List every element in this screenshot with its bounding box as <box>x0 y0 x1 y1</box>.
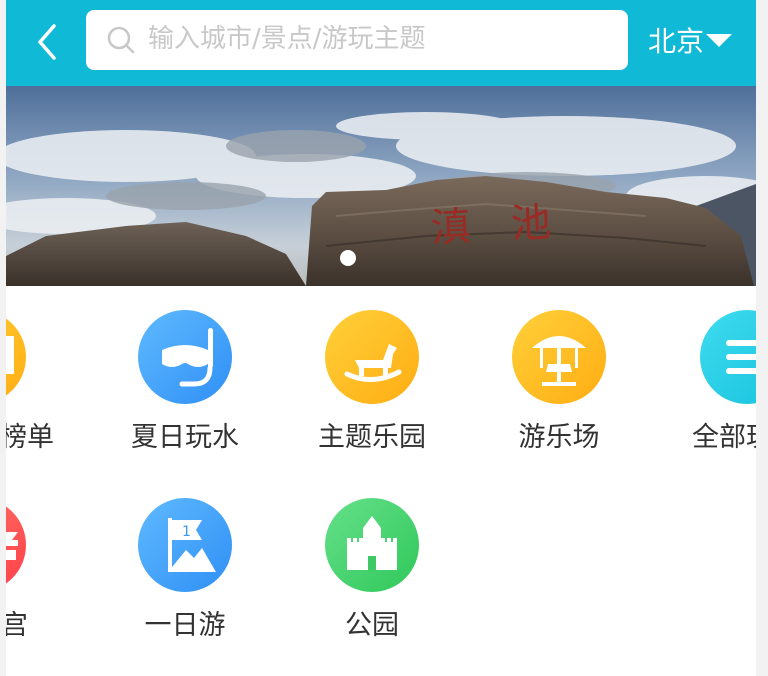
back-arrow-icon <box>38 24 56 60</box>
category-label: 游乐场 <box>518 422 600 453</box>
category-summer-water[interactable]: 夏日玩水 <box>100 310 270 470</box>
search-input[interactable]: 输入城市/景点/游玩主题 <box>86 10 628 70</box>
palace-icon <box>6 498 26 592</box>
rocking-horse-icon <box>325 310 419 404</box>
category-palace[interactable]: 宫 <box>6 498 64 658</box>
category-ranking[interactable]: 榜单 <box>6 310 64 470</box>
carousel-icon <box>512 310 606 404</box>
category-label: 主题乐园 <box>318 422 426 453</box>
search-icon <box>107 26 135 54</box>
svg-text:1: 1 <box>182 524 191 540</box>
category-label: 宫 <box>6 610 28 641</box>
dropdown-triangle-icon <box>706 33 733 47</box>
banner-image: 滇池 <box>6 86 756 286</box>
category-all[interactable]: 全部玩 <box>662 310 756 470</box>
category-park[interactable]: 公园 <box>287 498 457 658</box>
category-label: 夏日玩水 <box>131 422 239 453</box>
category-label: 公园 <box>345 610 399 641</box>
banner-rock-text: 滇池 <box>430 198 592 252</box>
flag-mountain-icon: 1 <box>138 498 232 592</box>
ranking-icon <box>6 310 26 404</box>
category-label: 全部玩 <box>692 422 756 453</box>
back-button[interactable] <box>34 22 60 62</box>
snorkel-mask-icon <box>138 310 232 404</box>
castle-icon <box>325 498 419 592</box>
category-playground[interactable]: 游乐场 <box>474 310 644 470</box>
right-edge <box>756 0 768 676</box>
banner-carousel[interactable]: 滇池 <box>6 86 756 286</box>
city-label: 北京 <box>648 25 705 58</box>
category-theme-park[interactable]: 主题乐园 <box>287 310 457 470</box>
menu-list-icon <box>700 310 756 404</box>
search-placeholder: 输入城市/景点/游玩主题 <box>148 24 426 54</box>
top-bar: 输入城市/景点/游玩主题 北京 <box>6 0 756 86</box>
city-selector[interactable]: 北京 <box>648 24 733 60</box>
category-day-trip[interactable]: 1 一日游 <box>100 498 270 658</box>
category-label: 榜单 <box>6 422 54 453</box>
carousel-dot-active[interactable] <box>340 250 356 266</box>
page: 输入城市/景点/游玩主题 北京 滇池 榜单 夏日玩水 主题乐园 游乐场 全部 宫… <box>6 0 756 676</box>
category-label: 一日游 <box>144 610 226 641</box>
